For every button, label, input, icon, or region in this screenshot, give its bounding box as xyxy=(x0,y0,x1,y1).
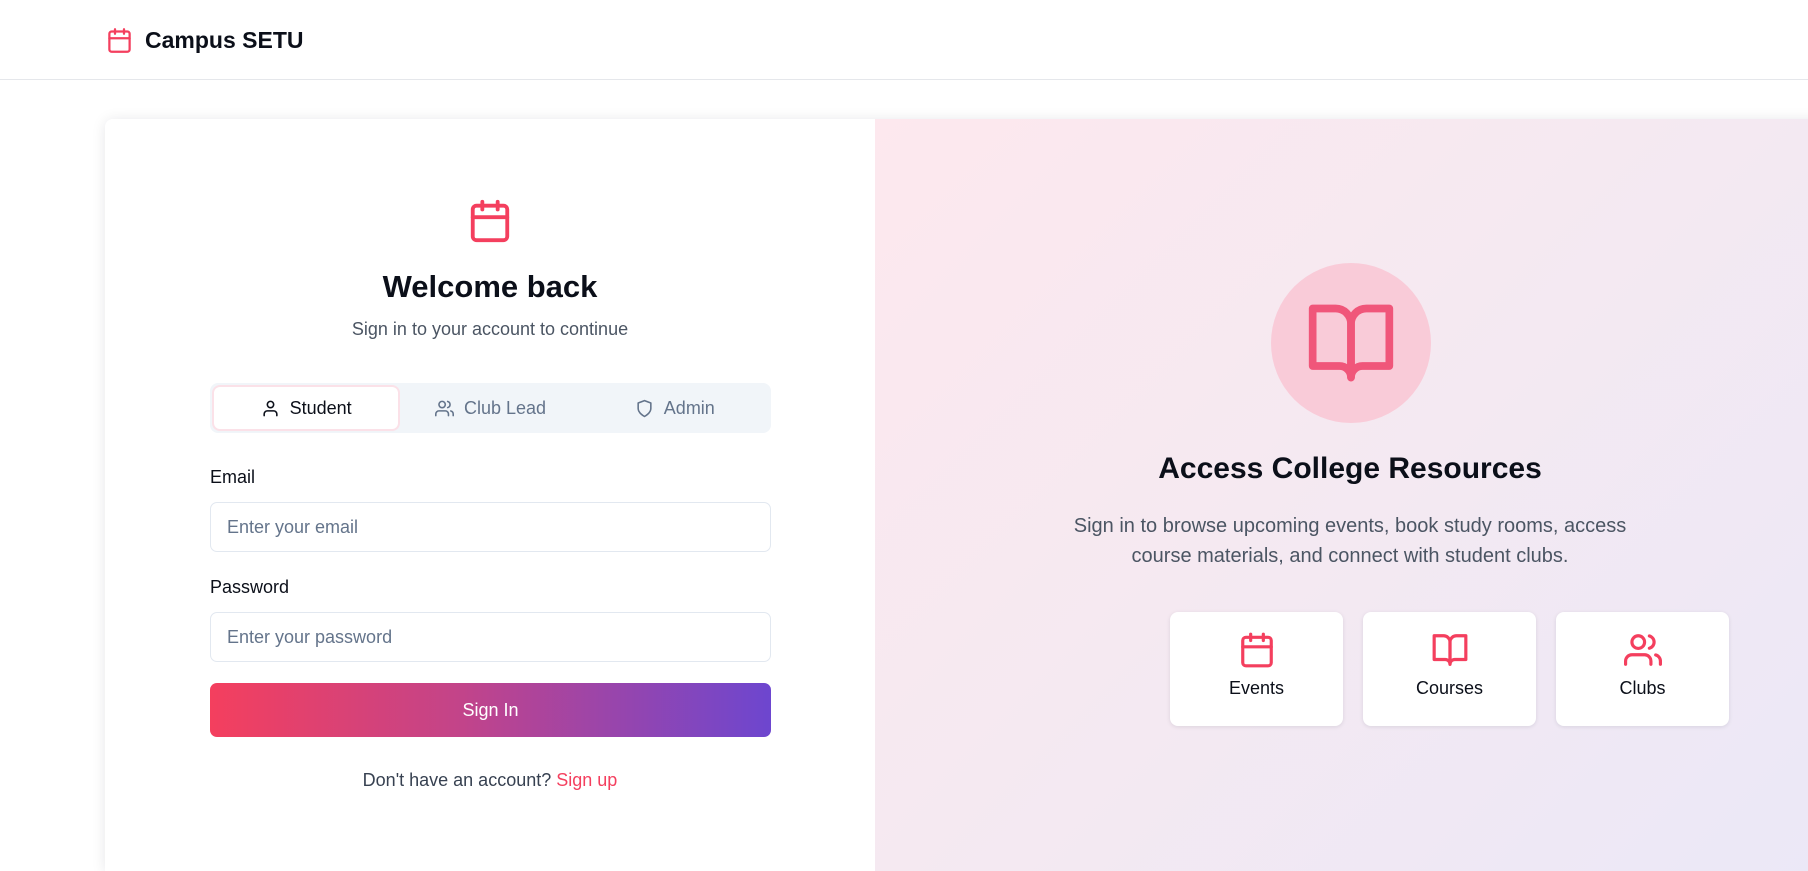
page-subtitle: Sign in to your account to continue xyxy=(351,319,629,339)
email-field[interactable] xyxy=(210,502,771,552)
tab-club-lead-label: Club Lead xyxy=(463,397,547,418)
calendar-icon xyxy=(470,199,510,243)
email-label: Email xyxy=(210,467,256,487)
tab-student-label: Student xyxy=(289,397,352,418)
top-navbar: Campus SETU xyxy=(0,0,1808,80)
promo-description: Sign in to browse upcoming events, book … xyxy=(1073,515,1627,567)
tab-admin-label: Admin xyxy=(663,397,715,418)
tab-student[interactable]: Student xyxy=(214,387,399,429)
feature-card-clubs: Clubs xyxy=(1556,612,1729,726)
signup-link[interactable]: Sign up xyxy=(556,770,617,790)
calendar-icon xyxy=(1240,632,1273,668)
tab-admin[interactable]: Admin xyxy=(583,387,767,429)
login-panel: Welcome back Sign in to your account to … xyxy=(105,119,875,871)
user-icon xyxy=(263,400,278,416)
signup-prompt: Don't have an account? xyxy=(362,770,552,790)
promo-panel: Access College Resources Sign in to brow… xyxy=(875,119,1808,871)
promo-icon-circle xyxy=(1271,263,1431,423)
book-open-icon xyxy=(1308,304,1394,382)
sign-in-button[interactable]: Sign In xyxy=(210,683,771,737)
page-title: Welcome back xyxy=(382,269,598,304)
calendar-icon xyxy=(108,27,131,53)
feature-card-courses: Courses xyxy=(1363,612,1536,726)
feature-label: Courses xyxy=(1415,678,1484,698)
users-icon xyxy=(434,400,454,416)
book-open-icon xyxy=(1432,634,1467,666)
password-field[interactable] xyxy=(210,612,771,662)
auth-card: Welcome back Sign in to your account to … xyxy=(105,119,1808,871)
promo-title: Access College Resources xyxy=(1158,452,1542,485)
role-tabs: Student Club Lead Admin xyxy=(210,383,771,433)
signup-prompt-line: Don't have an account? Sign up xyxy=(105,770,875,791)
feature-label: Clubs xyxy=(1619,678,1666,698)
feature-label: Events xyxy=(1228,678,1285,698)
tab-club-lead[interactable]: Club Lead xyxy=(398,387,582,429)
users-icon xyxy=(1623,634,1662,666)
brand-link[interactable]: Campus SETU xyxy=(106,24,303,56)
shield-icon xyxy=(637,399,652,417)
password-label: Password xyxy=(210,577,290,597)
brand-name: Campus SETU xyxy=(145,26,304,53)
feature-cards: Events Courses Clubs xyxy=(1170,612,1730,726)
feature-card-events: Events xyxy=(1170,612,1343,726)
